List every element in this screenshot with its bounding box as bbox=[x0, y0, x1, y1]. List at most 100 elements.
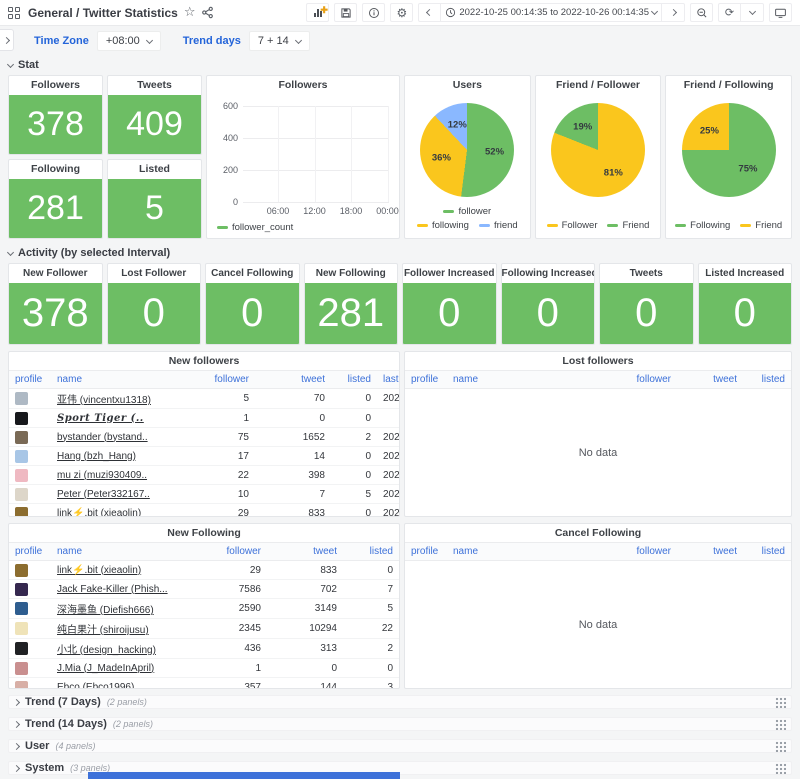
user-link[interactable]: 小北 (design_hacking) bbox=[57, 645, 156, 656]
column-header[interactable]: last bbox=[377, 371, 399, 389]
add-panel-button[interactable]: ✚ bbox=[306, 3, 329, 22]
dashboard-grid-icon[interactable] bbox=[8, 7, 20, 19]
column-header[interactable]: follower bbox=[191, 543, 267, 561]
refresh-button[interactable]: ⟳ bbox=[718, 3, 741, 22]
panel-title[interactable]: Follower Increased bbox=[403, 264, 496, 283]
column-header[interactable]: name bbox=[447, 371, 587, 389]
user-link[interactable]: 亚伟 (vincentxu1318) bbox=[57, 395, 151, 406]
user-link[interactable]: link⚡.bit (xieaolin) bbox=[57, 508, 141, 518]
time-back-button[interactable] bbox=[418, 3, 441, 22]
trend-days-select[interactable]: 7 + 14 bbox=[249, 31, 310, 51]
user-link[interactable]: Peter (Peter332167.. bbox=[57, 489, 150, 500]
avatar[interactable] bbox=[15, 392, 28, 405]
avatar[interactable] bbox=[15, 622, 28, 635]
user-link[interactable]: Hang (bzh_Hang) bbox=[57, 451, 136, 462]
user-link[interactable]: 深海墨鱼 (Diefish666) bbox=[57, 605, 154, 616]
column-header[interactable]: listed bbox=[331, 371, 377, 389]
drag-handle-icon[interactable] bbox=[775, 741, 786, 752]
sidebar-expand-toggle[interactable] bbox=[0, 29, 14, 51]
legend-item[interactable]: following bbox=[417, 220, 469, 231]
panel-title[interactable]: Lost Follower bbox=[108, 264, 201, 283]
panel-title[interactable]: New Follower bbox=[9, 264, 102, 283]
panel-title[interactable]: Listed bbox=[108, 160, 201, 179]
avatar[interactable] bbox=[15, 681, 28, 690]
dashboard-insights-button[interactable] bbox=[362, 3, 385, 22]
user-link[interactable]: bystander (bystand.. bbox=[57, 432, 148, 443]
avatar[interactable] bbox=[15, 507, 28, 518]
column-header[interactable]: listed bbox=[743, 543, 791, 561]
avatar[interactable] bbox=[15, 662, 28, 675]
legend-item[interactable]: follower bbox=[443, 206, 491, 217]
drag-handle-icon[interactable] bbox=[775, 697, 786, 708]
user-link[interactable]: mu zi (muzi930409.. bbox=[57, 470, 147, 481]
panel-title[interactable]: New Following bbox=[9, 524, 399, 542]
user-link[interactable]: Jack Fake-Killer (Phish... bbox=[57, 584, 168, 595]
legend-item[interactable]: Friend bbox=[740, 220, 782, 231]
panel-title[interactable]: Following Increased bbox=[502, 264, 595, 283]
user-link[interactable]: J.Mia (J_MadeInApril) bbox=[57, 663, 154, 674]
panel-title[interactable]: Following bbox=[9, 160, 102, 179]
panel-title[interactable]: Followers bbox=[207, 76, 399, 95]
column-header[interactable]: listed bbox=[743, 371, 791, 389]
avatar[interactable] bbox=[15, 431, 28, 444]
avatar[interactable] bbox=[15, 450, 28, 463]
drag-handle-icon[interactable] bbox=[775, 763, 786, 774]
breadcrumb[interactable]: General / Twitter Statistics bbox=[28, 6, 178, 20]
column-header[interactable]: follower bbox=[179, 371, 255, 389]
panel-title[interactable]: Cancel Following bbox=[206, 264, 299, 283]
column-header[interactable]: profile bbox=[405, 371, 447, 389]
avatar[interactable] bbox=[15, 642, 28, 655]
user-link[interactable]: 纯白果汁 (shiroijusu) bbox=[57, 625, 149, 636]
timeseries-legend[interactable]: follower_count bbox=[217, 222, 293, 233]
collapsed-row[interactable]: Trend (14 Days) (2 panels) bbox=[8, 717, 792, 731]
panel-title[interactable]: Tweets bbox=[108, 76, 201, 95]
avatar[interactable] bbox=[15, 583, 28, 596]
timezone-select[interactable]: +08:00 bbox=[97, 31, 161, 51]
column-header[interactable]: listed bbox=[343, 543, 399, 561]
avatar[interactable] bbox=[15, 488, 28, 501]
column-header[interactable]: name bbox=[51, 543, 191, 561]
avatar[interactable] bbox=[15, 564, 28, 577]
panel-title[interactable]: Friend / Follower bbox=[536, 76, 661, 95]
panel-title[interactable]: Users bbox=[405, 76, 530, 95]
share-icon[interactable] bbox=[201, 6, 214, 19]
column-header[interactable]: follower bbox=[587, 543, 677, 561]
avatar[interactable] bbox=[15, 412, 28, 425]
row-toggle-stat[interactable]: Stat bbox=[8, 57, 792, 73]
time-forward-button[interactable] bbox=[662, 3, 685, 22]
avatar[interactable] bbox=[15, 602, 28, 615]
column-header[interactable]: profile bbox=[9, 543, 51, 561]
user-link[interactable]: link⚡.bit (xieaolin) bbox=[57, 565, 141, 576]
time-range-button[interactable]: 2022-10-25 00:14:35 to 2022-10-26 00:14:… bbox=[441, 3, 662, 22]
column-header[interactable]: profile bbox=[9, 371, 51, 389]
panel-title[interactable]: Cancel Following bbox=[405, 524, 791, 542]
panel-title[interactable]: Listed Increased bbox=[699, 264, 792, 283]
refresh-interval-dropdown[interactable] bbox=[741, 3, 764, 22]
panel-title[interactable]: Tweets bbox=[600, 264, 693, 283]
zoom-out-time-button[interactable] bbox=[690, 3, 713, 22]
panel-title[interactable]: Friend / Following bbox=[666, 76, 791, 95]
panel-title[interactable]: New followers bbox=[9, 352, 399, 370]
dashboard-settings-button[interactable]: ⚙ bbox=[390, 3, 413, 22]
column-header[interactable]: profile bbox=[405, 543, 447, 561]
save-dashboard-button[interactable] bbox=[334, 3, 357, 22]
column-header[interactable]: name bbox=[447, 543, 587, 561]
legend-item[interactable]: Friend bbox=[607, 220, 649, 231]
column-header[interactable]: tweet bbox=[677, 543, 743, 561]
user-link[interactable]: Ebco (Ebco1996) bbox=[57, 682, 134, 690]
row-toggle-activity[interactable]: Activity (by selected Interval) bbox=[8, 245, 792, 261]
collapsed-row[interactable]: User (4 panels) bbox=[8, 739, 792, 753]
column-header[interactable]: name bbox=[51, 371, 179, 389]
column-header[interactable]: tweet bbox=[677, 371, 743, 389]
panel-title[interactable]: Followers bbox=[9, 76, 102, 95]
column-header[interactable]: follower bbox=[587, 371, 677, 389]
panel-title[interactable]: New Following bbox=[305, 264, 398, 283]
tv-kiosk-button[interactable] bbox=[769, 3, 792, 22]
panel-title[interactable]: Lost followers bbox=[405, 352, 791, 370]
collapsed-row[interactable]: Trend (7 Days) (2 panels) bbox=[8, 695, 792, 709]
column-header[interactable]: tweet bbox=[255, 371, 331, 389]
legend-item[interactable]: friend bbox=[479, 220, 518, 231]
legend-item[interactable]: Following bbox=[675, 220, 730, 231]
drag-handle-icon[interactable] bbox=[775, 719, 786, 730]
column-header[interactable]: tweet bbox=[267, 543, 343, 561]
